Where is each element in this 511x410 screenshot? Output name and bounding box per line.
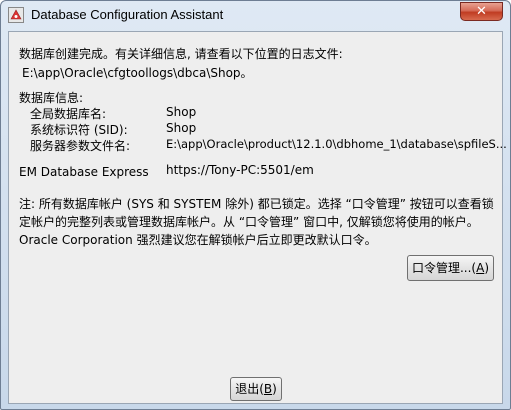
exit-mnemonic: B	[263, 382, 273, 396]
global-db-name-value: Shop	[166, 105, 197, 119]
window-title: Database Configuration Assistant	[31, 7, 224, 22]
global-db-name-label: 全局数据库名:	[30, 107, 107, 121]
password-management-label: 口令管理...(	[411, 261, 477, 275]
spfile-label: 服务器参数文件名:	[30, 139, 131, 153]
em-express-url: https://Tony-PC:5501/em	[166, 163, 314, 177]
password-management-suffix: )	[484, 261, 490, 275]
sid-label: 系统标识符 (SID):	[30, 123, 128, 137]
dialog-window: Database Configuration Assistant ✕ 数据库创建…	[0, 0, 511, 410]
close-icon: ✕	[476, 4, 487, 19]
note-line-3: Oracle Corporation 强烈建议您在解锁帐户后立即更改默认口令。	[19, 233, 377, 247]
title-bar: Database Configuration Assistant ✕	[1, 1, 510, 29]
note-line-1: 注: 所有数据库帐户 (SYS 和 SYSTEM 除外) 都已锁定。选择 “口令…	[19, 197, 494, 211]
em-express-label: EM Database Express	[19, 165, 149, 179]
exit-suffix: )	[272, 382, 277, 396]
exit-label: 退出(	[235, 382, 264, 396]
spfile-value: E:\app\Oracle\product\12.1.0\dbhome_1\da…	[166, 137, 507, 151]
password-management-button[interactable]: 口令管理...(A)	[407, 255, 494, 281]
exit-button[interactable]: 退出(B)	[230, 377, 282, 401]
dialog-content: 数据库创建完成。有关详细信息, 请查看以下位置的日志文件: E:\app\Ora…	[8, 31, 507, 404]
log-file-path: E:\app\Oracle\cfgtoollogs\dbca\Shop。	[22, 66, 253, 80]
oracle-dbca-icon	[8, 7, 24, 23]
sid-value: Shop	[166, 121, 197, 135]
close-button[interactable]: ✕	[460, 2, 503, 21]
note-line-2: 定帐户的完整列表或管理数据库帐户。从 “口令管理” 窗口中, 仅解锁您将使用的帐…	[19, 215, 479, 229]
db-info-header: 数据库信息:	[19, 91, 84, 105]
completion-message: 数据库创建完成。有关详细信息, 请查看以下位置的日志文件:	[19, 47, 343, 61]
